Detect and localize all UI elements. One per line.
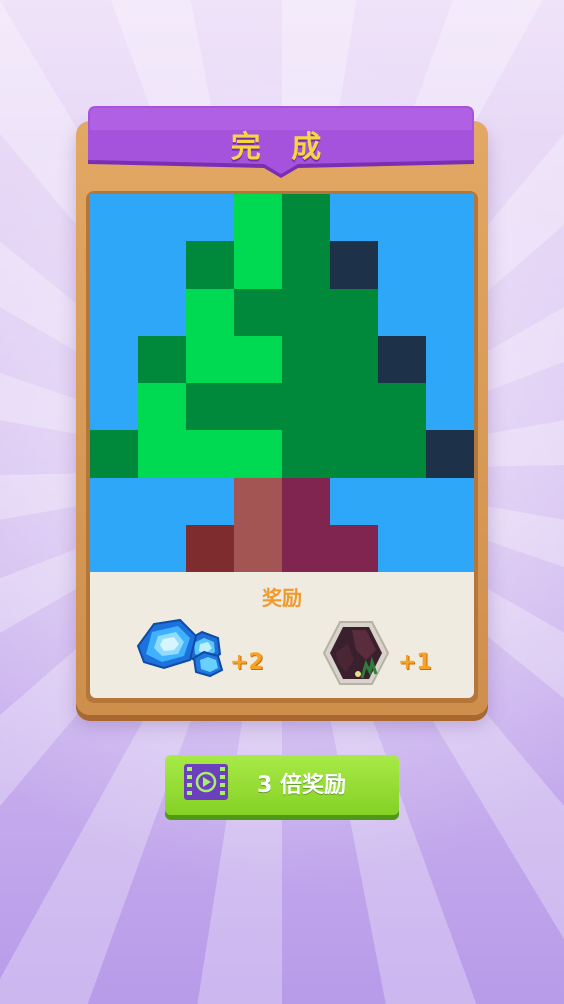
pixel-cell [234,194,282,242]
puzzle-tile-icon [322,620,390,686]
pixel-cell [186,335,234,383]
pixel-cell [138,383,186,431]
pixel-cell [234,524,282,572]
pixel-cell [426,194,474,242]
pixel-cell [234,430,282,478]
pixel-cell [378,430,426,478]
tile-reward-count: +1 [398,650,432,675]
pixel-cell [234,288,282,336]
pixel-cell [330,383,378,431]
pixel-cell [282,241,330,289]
pixel-cell [378,241,426,289]
pixel-cell [90,524,138,572]
pixel-cell [234,477,282,525]
pixel-cell [282,194,330,242]
pixel-cell [330,477,378,525]
pixel-cell [186,241,234,289]
video-play-icon [184,764,228,800]
pixel-cell [282,335,330,383]
pixel-cell [186,194,234,242]
pixel-cell [378,194,426,242]
pixel-cell [378,288,426,336]
title-banner: 完 成 [88,106,474,182]
pixel-cell [426,288,474,336]
pixel-cell [138,335,186,383]
pixel-cell [138,241,186,289]
completion-dialog: 奖励 +2 +1 [76,121,488,715]
pixel-art-picture [90,194,474,572]
pixel-cell [330,430,378,478]
pixel-cell [90,477,138,525]
pixel-cell [282,288,330,336]
reward-panel: 奖励 +2 +1 [90,572,474,698]
pixel-cell [426,477,474,525]
pixel-cell [426,335,474,383]
dialog-title: 完 成 [230,130,332,165]
triple-reward-button[interactable]: 3 倍奖励 [165,755,399,815]
pixel-cell [282,383,330,431]
pixel-cell [378,524,426,572]
pixel-cell [186,477,234,525]
gem-reward-count: +2 [230,650,264,675]
pixel-cell [378,383,426,431]
pixel-cell [426,241,474,289]
pixel-cell [186,430,234,478]
pixel-cell [138,477,186,525]
pixel-cell [234,335,282,383]
pixel-cell [234,383,282,431]
pixel-cell [90,335,138,383]
pixel-cell [90,430,138,478]
pixel-cell [330,335,378,383]
pixel-cell [138,524,186,572]
pixel-cell [426,524,474,572]
pixel-cell [330,288,378,336]
pixel-cell [282,430,330,478]
pixel-cell [330,194,378,242]
reward-title: 奖励 [262,586,302,610]
pixel-cell [426,383,474,431]
pixel-cell [90,241,138,289]
pixel-cell [378,335,426,383]
pixel-cell [330,241,378,289]
pixel-cell [234,241,282,289]
pixel-cell [378,477,426,525]
pixel-cell [186,288,234,336]
pixel-cell [90,383,138,431]
pixel-cell [90,194,138,242]
pixel-cell [90,288,138,336]
pixel-cell [330,524,378,572]
pixel-cell [186,383,234,431]
pixel-cell [138,288,186,336]
pixel-cell [426,430,474,478]
blue-gems-icon [130,612,230,678]
pixel-cell [282,477,330,525]
pixel-cell [186,524,234,572]
pixel-cell [138,430,186,478]
pixel-cell [138,194,186,242]
triple-reward-label: 3 倍奖励 [257,773,346,798]
pixel-cell [282,524,330,572]
